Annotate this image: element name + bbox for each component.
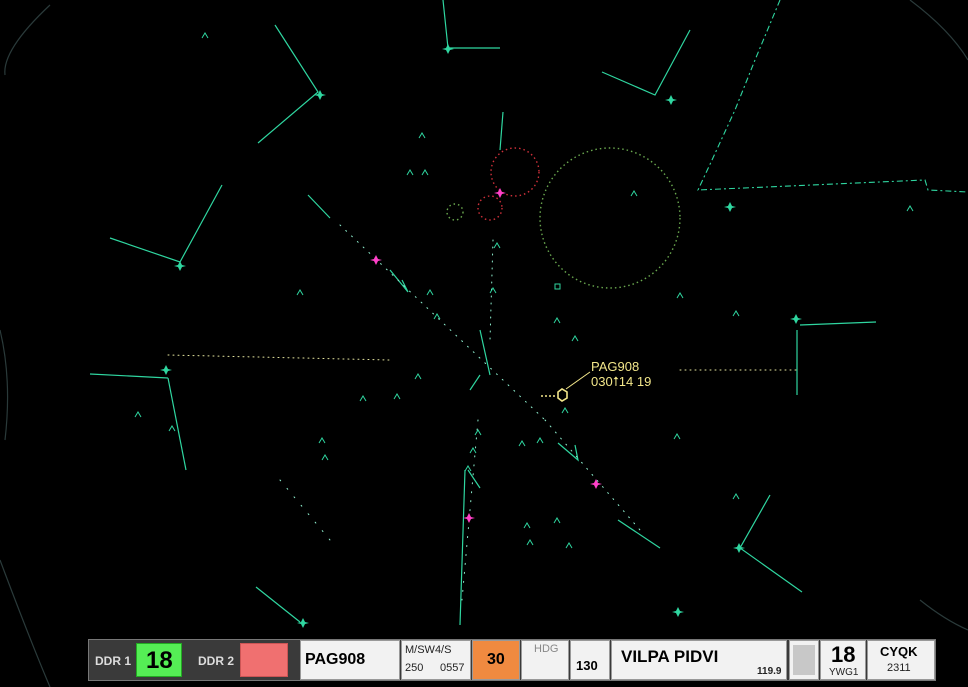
nav-chevron-symbol [526, 539, 534, 546]
strip-sector-code: YWG1 [829, 667, 859, 678]
sector-boundary [697, 0, 968, 193]
airspace-circle [446, 147, 681, 289]
flight-strip-bar: DDR 1 18 DDR 2 PAG908 M/SW4/S 250 0557 3… [88, 639, 936, 681]
strip-route-cell[interactable]: VILPA PIDVI 119.9 [611, 640, 787, 680]
strip-squawk: 2311 [887, 662, 911, 674]
square-symbol [554, 283, 561, 290]
data-block-callsign: PAG908 [591, 359, 640, 374]
aircraft-target-symbol[interactable] [557, 388, 568, 402]
nav-chevron-symbol [523, 522, 531, 529]
nav-chevron-symbol [565, 542, 573, 549]
airway-lines [89, 0, 877, 626]
ddr1-value: 18 [146, 647, 173, 674]
scope-boundary [0, 0, 968, 687]
data-block-altitude-line: 030⭡14 19 [591, 374, 652, 389]
nav-chevron-symbol [359, 395, 367, 402]
data-block[interactable]: PAG908 030⭡14 19 [591, 359, 651, 389]
ddr2-value-box[interactable] [240, 643, 288, 677]
strip-callsign: PAG908 [305, 651, 366, 668]
nav-chevron-symbol [393, 393, 401, 400]
nav-chevron-symbol [318, 437, 326, 444]
strip-aircraft-type: M/SW4/S [405, 644, 452, 656]
nav-chevron-symbol [406, 169, 414, 176]
strip-alt-cell[interactable]: 130 [570, 640, 610, 680]
nav-chevron-symbol [732, 310, 740, 317]
nav-chevron-symbol [536, 437, 544, 444]
nav-chevron-symbol [553, 517, 561, 524]
nav-chevron-symbol [553, 317, 561, 324]
strip-destination: CYQK [880, 644, 918, 659]
strip-type-cell[interactable]: M/SW4/S 250 0557 [401, 640, 471, 680]
strip-sector-number: 18 [831, 642, 856, 667]
strip-frequency: 119.9 [757, 666, 782, 677]
nav-symbols [134, 32, 914, 549]
ddr2-label: DDR 2 [198, 654, 235, 668]
nav-chevron-symbol [201, 32, 209, 39]
nav-chevron-symbol [134, 411, 142, 418]
strip-hdg-label: HDG [534, 643, 559, 655]
strip-speed: 250 [405, 662, 424, 674]
ddr1-label: DDR 1 [95, 654, 132, 668]
target-history-dots [541, 395, 555, 397]
nav-chevron-symbol [474, 429, 482, 436]
nav-chevron-symbol [433, 313, 441, 320]
strip-assigned-alt-cell[interactable]: 30 [472, 640, 520, 680]
strip-blank-cell[interactable] [789, 640, 819, 680]
nav-chevron-symbol [414, 373, 422, 380]
strip-time: 0557 [440, 662, 465, 674]
leader-line [565, 371, 591, 390]
nav-chevron-symbol [421, 169, 429, 176]
strip-sector-cell[interactable]: 18 YWG1 [820, 640, 866, 680]
strip-grey-box [793, 645, 815, 675]
nav-chevron-symbol [906, 205, 914, 212]
ddr1-value-box[interactable]: 18 [136, 643, 182, 677]
radar-scope[interactable] [0, 0, 968, 687]
strip-callsign-cell[interactable]: PAG908 [300, 640, 400, 680]
strip-destination-cell[interactable]: CYQK 2311 [867, 640, 935, 680]
nav-chevron-symbol [426, 289, 434, 296]
nav-chevron-symbol [489, 287, 497, 294]
strip-assigned-alt: 30 [487, 651, 505, 668]
nav-chevron-symbol [732, 493, 740, 500]
strip-alt-value: 130 [576, 658, 598, 673]
strip-route: VILPA PIDVI [621, 647, 719, 666]
nav-chevron-symbol [321, 454, 329, 461]
route-dotted-lines [167, 224, 801, 601]
nav-chevron-symbol [418, 132, 426, 139]
nav-chevron-symbol [493, 242, 501, 249]
nav-chevron-symbol [296, 289, 304, 296]
nav-chevron-symbol [673, 433, 681, 440]
nav-chevron-symbol [518, 440, 526, 447]
nav-chevron-symbol [676, 292, 684, 299]
nav-chevron-symbol [168, 425, 176, 432]
nav-chevron-symbol [630, 190, 638, 197]
strip-heading-cell[interactable]: HDG [521, 640, 569, 680]
nav-chevron-symbol [469, 447, 477, 454]
nav-chevron-symbol [571, 335, 579, 342]
nav-chevron-symbol [561, 407, 569, 414]
